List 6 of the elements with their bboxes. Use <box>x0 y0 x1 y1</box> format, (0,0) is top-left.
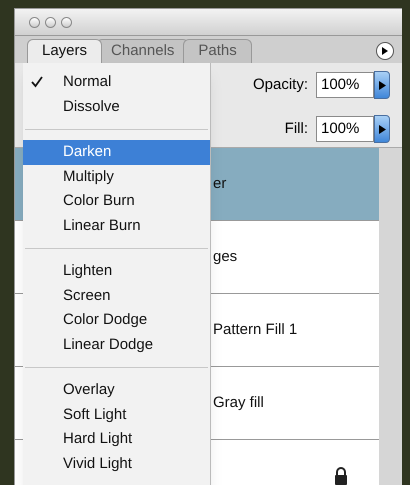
field-label: Opacity: <box>252 74 308 95</box>
layer-name: Pattern Fill 1 <box>213 320 298 340</box>
layer-name: ges <box>213 246 238 267</box>
layer-name: er <box>213 174 226 194</box>
layer-name: Gray fill <box>213 392 264 413</box>
field-label: Fill: <box>284 118 308 139</box>
